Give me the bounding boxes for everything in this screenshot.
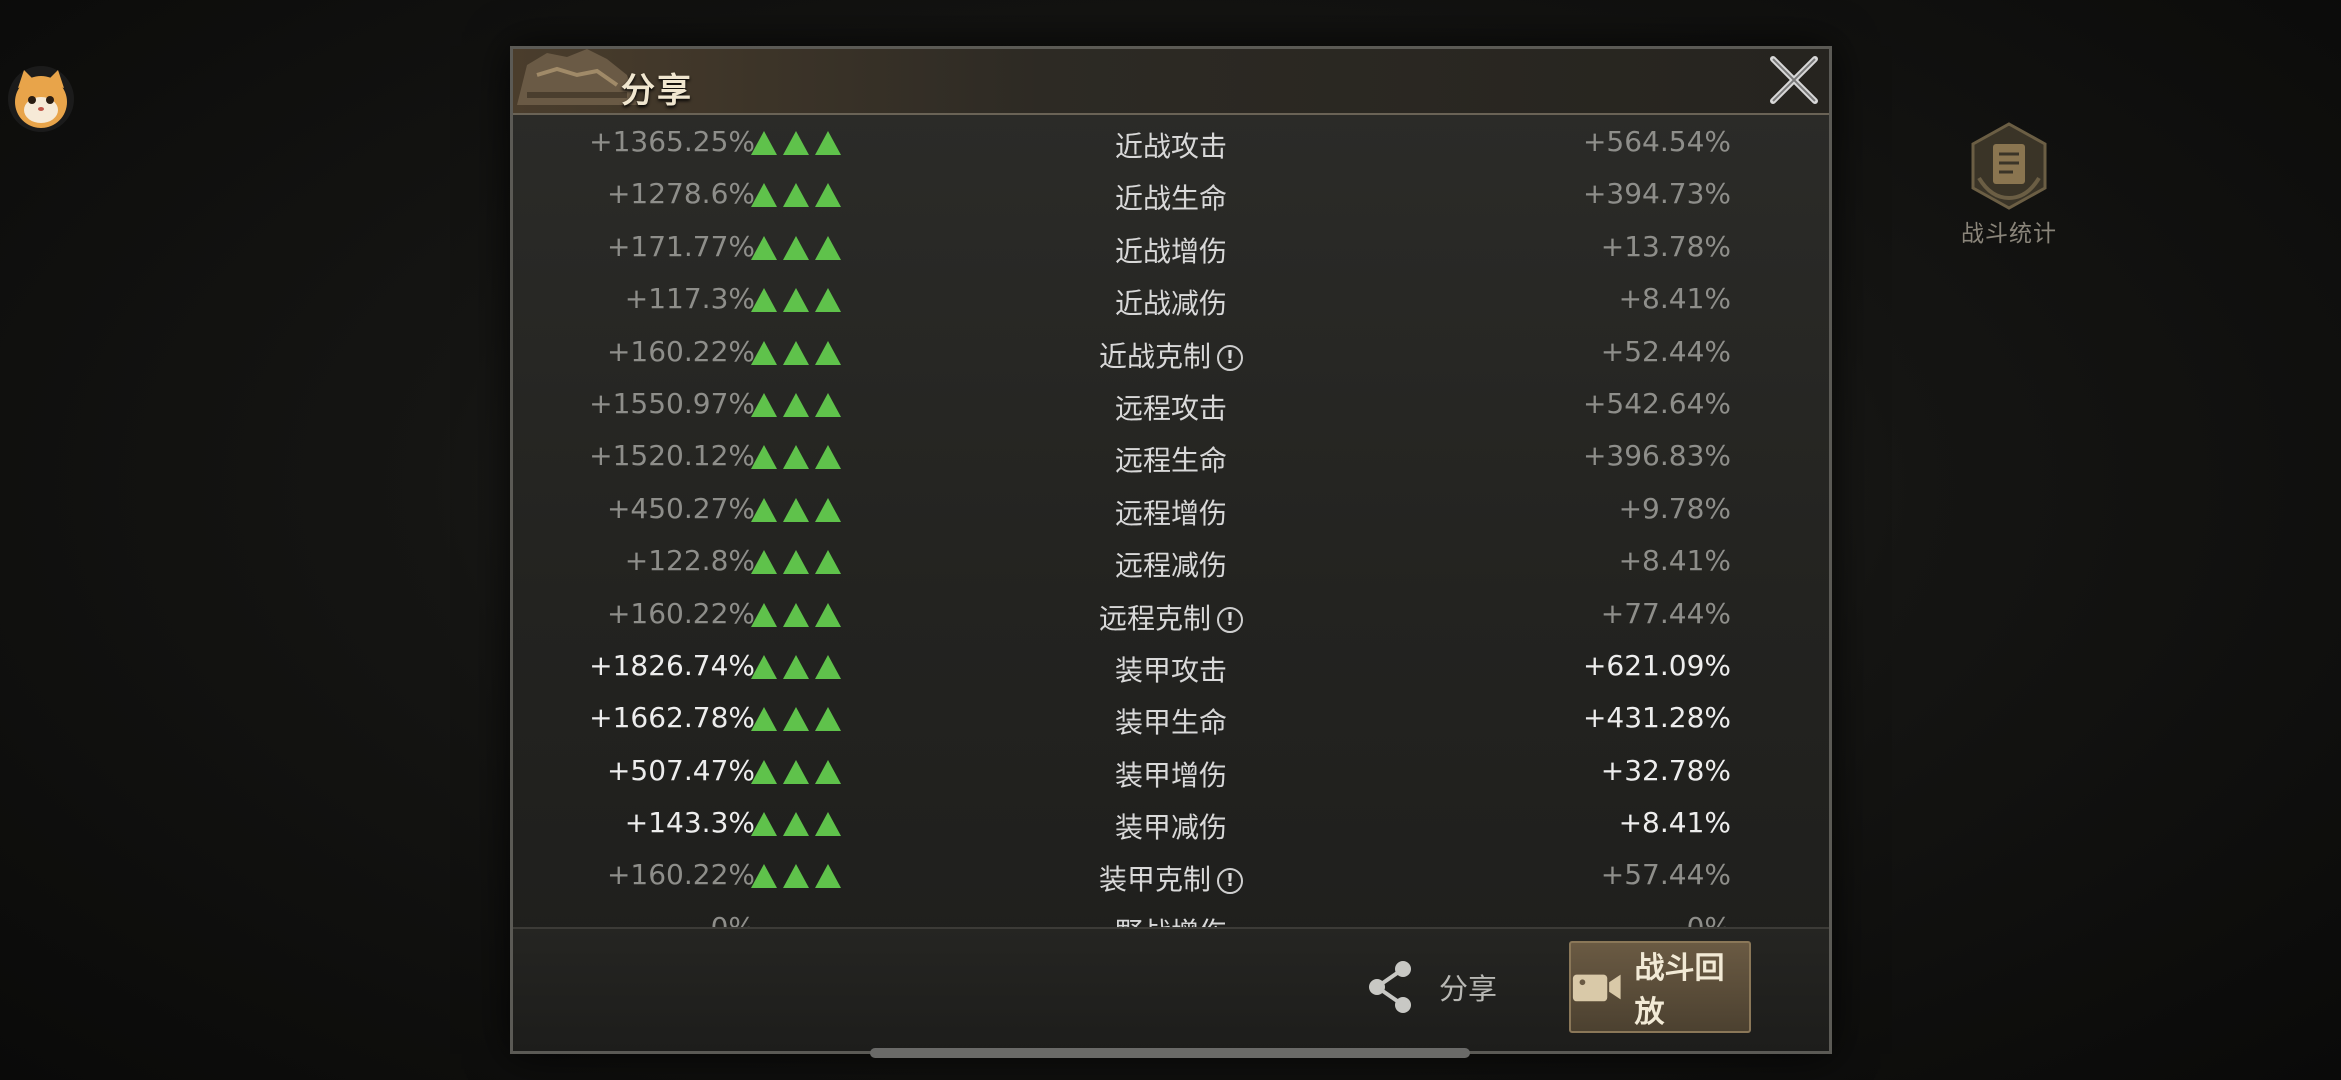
stat-label-text: 近战生命 [1114, 182, 1227, 216]
stat-row: +1365.25% 近战攻击 +564.54% [513, 119, 1829, 171]
stat-value-right: +431.28% [1582, 701, 1731, 735]
stat-value-right: +542.64% [1582, 386, 1731, 420]
panel-header: 分享 [513, 49, 1829, 115]
stat-label-text: 近战增伤 [1114, 234, 1227, 268]
stat-row: +160.22% 装甲克制! +57.44% [513, 852, 1829, 904]
stat-value-right: +9.78% [1618, 491, 1731, 525]
stats-scroll-icon [1971, 122, 2047, 210]
stat-row: +122.8% 远程减伤 +8.41% [513, 538, 1829, 590]
stat-row: +160.22% 近战克制! +52.44% [513, 329, 1829, 381]
battle-stats-label: 战斗统计 [1961, 221, 2057, 247]
stat-row: +117.3% 近战减伤 +8.41% [513, 276, 1829, 328]
share-label: 分享 [1439, 972, 1498, 1006]
stat-value-right: +8.41% [1618, 806, 1731, 840]
info-icon[interactable]: ! [1217, 606, 1243, 633]
battle-replay-label: 战斗回放 [1634, 951, 1725, 1030]
stat-label-text: 近战减伤 [1114, 287, 1227, 321]
stat-row: +1550.97% 远程攻击 +542.64% [513, 381, 1829, 433]
stat-label-text: 远程增伤 [1114, 496, 1227, 530]
stat-value-right: +32.78% [1600, 753, 1731, 787]
panel-title: 分享 [621, 71, 693, 111]
stat-row: +1826.74% 装甲攻击 +621.09% [513, 643, 1829, 695]
stat-label-text: 远程攻击 [1114, 391, 1227, 425]
stat-value-right: +396.83% [1582, 439, 1731, 473]
info-icon[interactable]: ! [1217, 868, 1243, 895]
stat-value-right: +621.09% [1582, 648, 1731, 682]
video-camera-icon [1572, 974, 1621, 1002]
stat-label-text: 装甲增伤 [1114, 758, 1227, 792]
stat-row: +1662.78% 装甲生命 +431.28% [513, 695, 1829, 747]
stat-row: +143.3% 装甲减伤 +8.41% [513, 800, 1829, 852]
battle-stats-button[interactable]: 战斗统计 [1950, 118, 2068, 248]
info-icon[interactable]: ! [1217, 344, 1243, 371]
close-icon[interactable] [1765, 51, 1823, 109]
stat-label-text: 近战攻击 [1114, 130, 1227, 163]
share-button[interactable]: 分享 [1365, 959, 1497, 1015]
stat-row: +160.22% 远程克制! +77.44% [513, 591, 1829, 643]
stat-value-right: +57.44% [1600, 858, 1731, 892]
stat-value-right: +77.44% [1600, 596, 1731, 630]
stat-row: +1278.6% 近战生命 +394.73% [513, 171, 1829, 223]
stat-label-text: 远程生命 [1114, 444, 1227, 478]
share-icon [1369, 961, 1411, 1013]
stat-row: +1520.12% 远程生命 +396.83% [513, 433, 1829, 485]
stat-value-right: +564.54% [1582, 125, 1731, 158]
stat-value-right: +8.41% [1618, 544, 1731, 578]
stat-label-text: 远程克制 [1098, 601, 1211, 635]
stat-label-text: 装甲克制 [1098, 863, 1211, 897]
stats-list[interactable]: +1365.25% 近战攻击 +564.54% +1278.6% 近战生命 +394.73… [513, 119, 1829, 985]
panel-footer: 分享 战斗回放 [513, 927, 1829, 1051]
stat-row: +450.27% 远程增伤 +9.78% [513, 486, 1829, 538]
share-panel: 分享 +1365.25% 近战攻击 +564.54% +1278.6% 近战生命 +394… [510, 46, 1832, 1054]
stat-label-text: 近战克制 [1098, 339, 1211, 373]
stat-label-text: 远程减伤 [1114, 549, 1227, 583]
stat-label-text: 装甲生命 [1114, 706, 1227, 740]
stat-row: +507.47% 装甲增伤 +32.78% [513, 748, 1829, 800]
stat-label-text: 装甲攻击 [1114, 653, 1227, 687]
stat-row: +171.77% 近战增伤 +13.78% [513, 224, 1829, 276]
stat-value-right: +52.44% [1600, 334, 1731, 368]
cat-avatar-icon[interactable] [8, 66, 74, 132]
stat-value-right: +8.41% [1618, 282, 1731, 316]
stat-value-right: +394.73% [1582, 177, 1731, 211]
stat-label-text: 装甲减伤 [1114, 811, 1227, 845]
stat-value-right: +13.78% [1600, 229, 1731, 263]
home-indicator[interactable] [870, 1048, 1470, 1058]
battle-replay-button[interactable]: 战斗回放 [1569, 941, 1751, 1033]
